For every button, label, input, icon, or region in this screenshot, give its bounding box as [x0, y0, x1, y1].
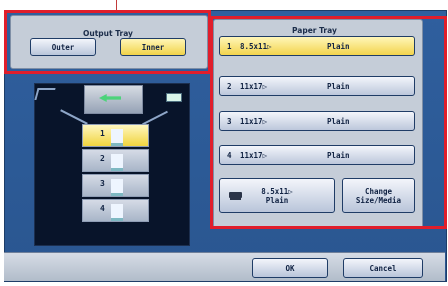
paper-tray-highlight: [210, 16, 447, 229]
output-tray-highlight: [4, 10, 211, 74]
machine-tray-1[interactable]: 1: [82, 124, 149, 147]
machine-tray-label: 1: [100, 129, 105, 138]
paper-stack-icon: [111, 154, 123, 171]
output-left-arrow-icon: [34, 88, 56, 100]
cancel-button[interactable]: Cancel: [343, 258, 423, 278]
machine-tray-label: 4: [100, 204, 105, 213]
machine-tray-2[interactable]: 2: [82, 149, 149, 172]
machine-tray-3[interactable]: 3: [82, 174, 149, 197]
machine-tray-label: 2: [100, 154, 105, 163]
machine-tray-4[interactable]: 4: [82, 199, 149, 222]
ok-button[interactable]: OK: [252, 258, 328, 278]
paper-stack-icon: [111, 179, 123, 196]
machine-tray-label: 3: [100, 179, 105, 188]
paper-output-icon: [166, 93, 182, 102]
paper-stack-icon: [111, 204, 123, 221]
paper-stack-icon: [111, 129, 123, 146]
